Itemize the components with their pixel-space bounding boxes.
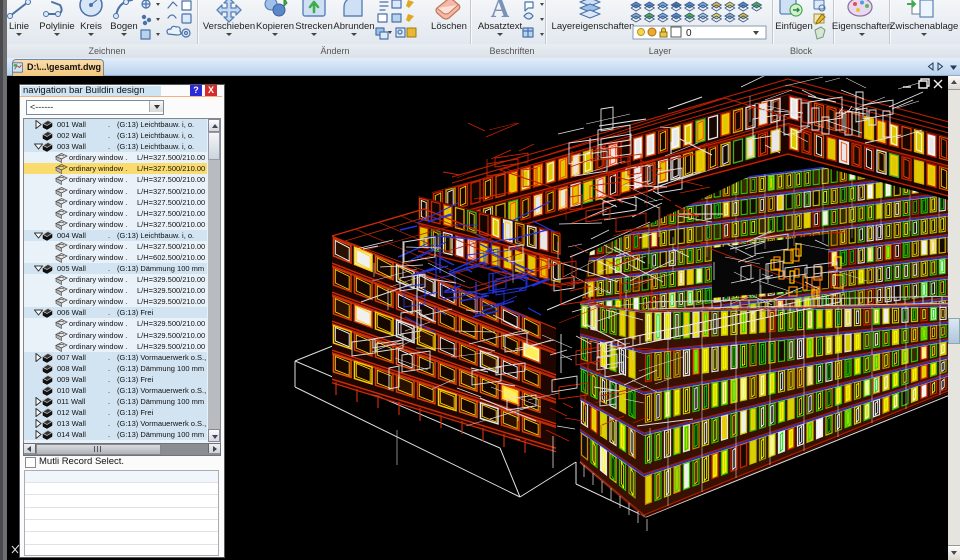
svg-text:0: 0 bbox=[686, 28, 692, 39]
svg-text:A: A bbox=[491, 0, 510, 23]
